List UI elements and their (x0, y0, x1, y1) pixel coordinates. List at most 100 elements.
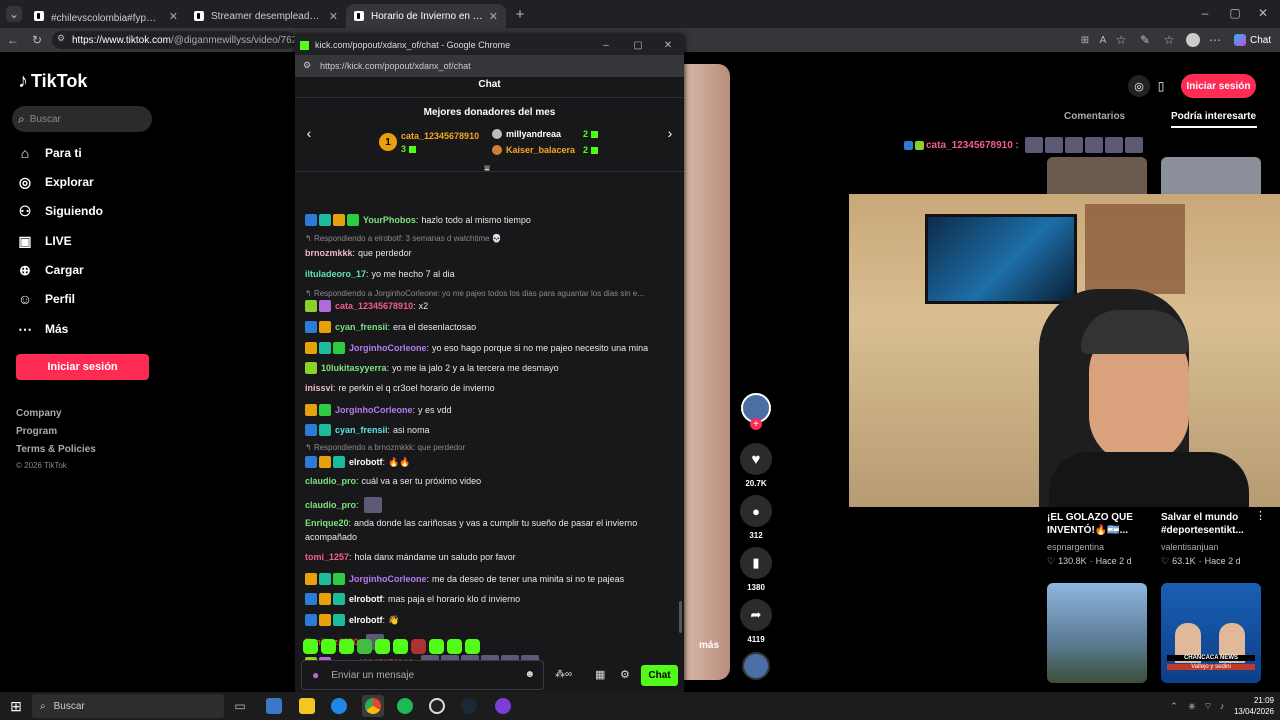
mic-icon[interactable]: ● (312, 668, 319, 682)
chat-username[interactable]: claudio_pro (305, 476, 356, 486)
chat-username[interactable]: brnozmkkk (305, 248, 353, 258)
share-button[interactable]: ➦ (740, 599, 772, 631)
quick-emote-icon[interactable] (375, 639, 390, 654)
chrome-icon[interactable] (365, 698, 381, 714)
footer-terms-link[interactable]: Terms & Policies (16, 444, 96, 455)
nav-cargar[interactable]: ⊕ Cargar (16, 261, 84, 279)
search-input[interactable]: ⌕ Buscar (12, 106, 152, 132)
new-tab-icon[interactable]: + (512, 6, 528, 23)
popup-maximize-icon[interactable]: ▢ (631, 38, 645, 52)
chat-username[interactable]: cata_12345678910 (335, 301, 413, 311)
profile-avatar[interactable] (1186, 33, 1200, 47)
wifi-icon[interactable]: ⌔ (1202, 698, 1214, 714)
nav-siguiendo[interactable]: ⚇ Siguiendo (16, 202, 103, 220)
login-button[interactable]: Iniciar sesión (16, 354, 149, 380)
recommended-thumbnail[interactable] (1161, 157, 1261, 197)
follow-plus-icon[interactable]: + (750, 418, 762, 430)
donor-name[interactable]: millyandreaa (506, 129, 561, 139)
browser-tab-2[interactable]: Streamer desempleado: Reflexione ✕ (186, 4, 346, 28)
browser-tab-3-active[interactable]: Horario de Invierno en Chile: ¡Un I ✕ (346, 4, 506, 28)
back-icon[interactable]: ← (6, 32, 20, 48)
favorites-icon[interactable]: ☆ (1162, 32, 1176, 48)
close-window-icon[interactable]: ✕ (1256, 6, 1270, 20)
taskbar-search[interactable]: ⌕ Buscar (32, 694, 224, 718)
volume-icon[interactable]: ♪ (1216, 698, 1228, 714)
close-tab-icon[interactable]: ✕ (329, 10, 338, 23)
recommended-thumbnail[interactable] (1047, 583, 1147, 683)
tab-list-button[interactable]: ⌄ (6, 6, 22, 22)
edge-icon[interactable] (331, 698, 347, 714)
quick-emote-icon[interactable] (465, 639, 480, 654)
chat-message[interactable]: elrobotf: 👋 (305, 614, 399, 626)
chat-message[interactable]: JorginhoCorleone: yo eso hago porque si n… (305, 342, 648, 354)
chat-message[interactable]: cyan_frensii: asi noma (305, 424, 430, 436)
chat-username[interactable]: JorginhoCorleone (335, 405, 413, 415)
close-tab-icon[interactable]: ✕ (489, 10, 498, 23)
nav-mas[interactable]: ⋯ Más (16, 320, 68, 338)
chat-username[interactable]: cyan_frensii (335, 322, 388, 332)
save-button[interactable]: ▮ (740, 547, 772, 579)
music-disc[interactable] (742, 652, 770, 680)
chat-message-list[interactable]: YourPhobos: hazlo todo al mismo tiempo ↰ R… (295, 173, 684, 661)
site-settings-icon[interactable]: ⚙ (303, 60, 311, 71)
recommended-thumbnail[interactable] (1047, 157, 1147, 197)
quick-emote-icon[interactable] (321, 639, 336, 654)
quick-emote-icon[interactable] (303, 639, 318, 654)
chat-message[interactable]: tomi_1257: hola danx mándame un saludo po… (305, 552, 516, 562)
chat-message[interactable]: elrobotf: 🔥🔥 (305, 456, 410, 468)
chat-message[interactable]: Enrique20: anda donde las cariñosas y vas… (305, 518, 637, 528)
gift-infinity-icon[interactable]: ⁂∞ (555, 669, 572, 680)
chat-message-continuation[interactable]: acompañado (305, 532, 357, 542)
chat-username[interactable]: inissvi (305, 383, 333, 393)
video-player[interactable] (684, 64, 730, 680)
quick-emote-icon[interactable] (393, 639, 408, 654)
tray-chevron-icon[interactable]: ⌃ (1168, 698, 1180, 714)
device-icon[interactable]: ▯ (1154, 75, 1168, 97)
card-more-icon[interactable]: ⋮ (1255, 509, 1266, 522)
chat-message[interactable]: cyan_frensii: era el desenlactosao (305, 321, 476, 333)
minimize-icon[interactable]: – (1198, 6, 1212, 20)
card-author[interactable]: valentisanjuan (1161, 542, 1219, 552)
tray-app-icon[interactable]: ⎈ (1186, 698, 1198, 714)
tab-podria-interesarte[interactable]: Podría interesarte (1171, 111, 1256, 122)
chevron-left-icon[interactable]: ‹ (303, 125, 315, 141)
chat-username[interactable]: Enrique20 (305, 518, 349, 528)
chat-message[interactable]: inissvi: re perkin el q cr3oel horario de… (305, 383, 495, 393)
card-title[interactable]: ¡EL GOLAZO QUE INVENTÓ!🔥🇦🇷... (1047, 511, 1147, 537)
chat-username[interactable]: JorginhoCorleone (349, 574, 427, 584)
nav-perfil[interactable]: ☺ Perfil (16, 290, 75, 308)
donor-name[interactable]: cata_12345678910 (401, 131, 479, 141)
task-view-icon[interactable]: ▭ (232, 698, 248, 714)
translate-icon[interactable]: A (1096, 32, 1110, 48)
tab-comentarios[interactable]: Comentarios (1064, 111, 1125, 122)
copilot-chat-button[interactable]: Chat (1234, 33, 1278, 47)
site-info-icon[interactable]: ⚙ (57, 33, 65, 44)
chat-message[interactable]: cata_12345678910: x2 (305, 300, 428, 312)
windows-start-icon[interactable]: ⊞ (8, 698, 24, 714)
menu-icon[interactable]: ⋯ (1208, 32, 1222, 48)
chat-username[interactable]: elrobotf (349, 615, 383, 625)
send-chat-button[interactable]: Chat (641, 665, 678, 686)
maximize-icon[interactable]: ▢ (1228, 6, 1242, 20)
discord-icon[interactable] (495, 698, 511, 714)
popup-url-bar[interactable]: ⚙ https://kick.com/popout/xdanx_of/chat (295, 55, 684, 77)
more-text-link[interactable]: más (699, 640, 719, 651)
chat-username[interactable]: JorginhoCorleone (349, 343, 427, 353)
chat-scrollbar[interactable] (679, 601, 682, 633)
header-login-button[interactable]: Iniciar sesión (1181, 74, 1256, 98)
chat-username[interactable]: tomi_1257 (305, 552, 349, 562)
chat-username[interactable]: cyan_frensii (335, 425, 388, 435)
spotify-icon[interactable] (397, 698, 413, 714)
quick-emote-icon[interactable] (429, 639, 444, 654)
store-icon[interactable]: ▦ (595, 668, 605, 681)
chat-username[interactable]: iltuladeoro_17 (305, 269, 366, 279)
chat-message[interactable]: claudio_pro: cuál va a ser tu próximo vid… (305, 476, 481, 486)
chat-message[interactable]: YourPhobos: hazlo todo al mismo tiempo (305, 214, 531, 226)
chat-username[interactable]: YourPhobos (363, 215, 416, 225)
quick-emote-icon[interactable] (339, 639, 354, 654)
chat-username[interactable]: elrobotf (349, 457, 383, 467)
chat-username[interactable]: elrobotf (349, 594, 383, 604)
url-field[interactable]: ⚙ https://www.tiktok.com/@diganmewillyss… (52, 31, 296, 49)
quick-emote-icon[interactable] (411, 639, 426, 654)
nav-live[interactable]: ▣ LIVE (16, 232, 71, 250)
